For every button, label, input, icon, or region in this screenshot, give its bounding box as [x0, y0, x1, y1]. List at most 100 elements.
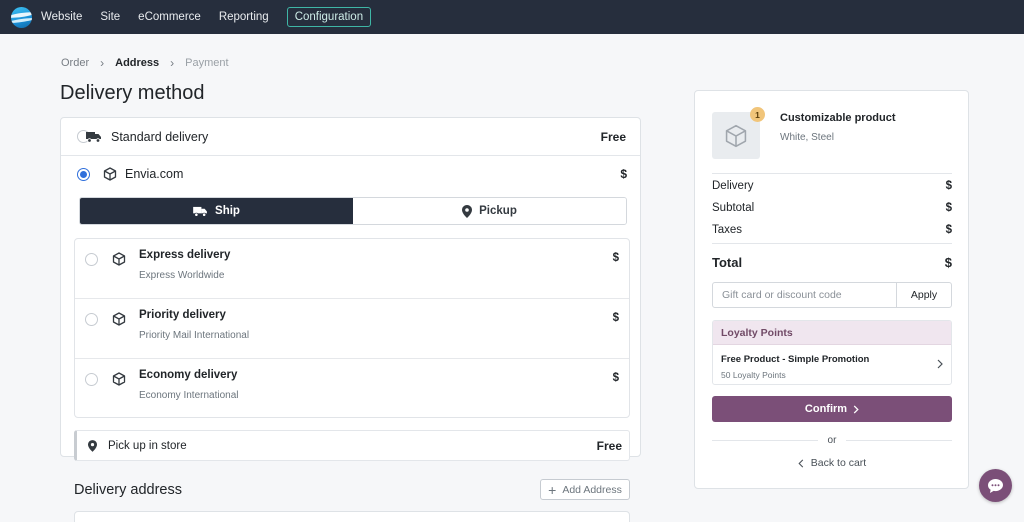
method-envia-panel: Envia.com $ Ship Pickup Express delivery…	[70, 157, 632, 457]
pickup-store-label: Pick up in store	[108, 439, 187, 452]
carrier-express[interactable]: Express delivery Express Worldwide $	[75, 239, 629, 299]
map-pin-icon	[462, 204, 473, 218]
confirm-label: Confirm	[804, 403, 848, 415]
order-summary: 1 Customizable product White, Steel Deli…	[694, 90, 969, 489]
carrier-name: Priority delivery	[139, 309, 226, 321]
or-label: or	[827, 434, 837, 446]
delivery-address-title: Delivery address	[74, 482, 182, 498]
tab-pickup[interactable]: Pickup	[353, 198, 626, 224]
method-envia-label: Envia.com	[125, 167, 184, 181]
chevron-right-icon: ›	[170, 56, 175, 70]
radio-carrier-express[interactable]	[85, 253, 98, 266]
method-standard-delivery[interactable]: Standard delivery Free	[61, 118, 640, 156]
tab-pickup-label: Pickup	[479, 205, 517, 217]
carrier-price: $	[612, 252, 619, 264]
truck-icon	[193, 206, 208, 217]
crumb-order[interactable]: Order	[61, 57, 89, 69]
confirm-button[interactable]: Confirm	[712, 396, 952, 422]
loyalty-reward-item[interactable]: Free Product - Simple Promotion 50 Loyal…	[713, 346, 951, 384]
quantity-badge: 1	[750, 107, 765, 122]
summary-row-subtotal: Subtotal $	[712, 202, 952, 214]
carrier-service: Priority Mail International	[139, 330, 250, 341]
carrier-price: $	[612, 372, 619, 384]
summary-row-delivery: Delivery $	[712, 180, 952, 192]
divider	[712, 173, 952, 174]
method-pickup-in-store[interactable]: Pick up in store Free	[74, 430, 630, 461]
chevron-right-icon	[853, 404, 859, 414]
package-icon	[725, 124, 747, 147]
package-icon	[103, 167, 117, 181]
carrier-options-list: Express delivery Express Worldwide $ Pri…	[74, 238, 630, 418]
top-navbar: Website Site eCommerce Reporting Configu…	[0, 0, 1024, 34]
tab-ship[interactable]: Ship	[80, 198, 353, 224]
or-separator: or	[712, 434, 952, 446]
loyalty-points-card: Loyalty Points Free Product - Simple Pro…	[712, 320, 952, 385]
carrier-priority[interactable]: Priority delivery Priority Mail Internat…	[75, 299, 629, 359]
method-envia[interactable]: Envia.com $	[70, 157, 632, 191]
crumb-payment: Payment	[185, 57, 229, 69]
checkout-breadcrumb: Order › Address › Payment	[61, 56, 229, 70]
carrier-service: Economy International	[139, 390, 239, 401]
summary-label: Taxes	[712, 224, 743, 236]
package-icon	[112, 252, 126, 269]
address-card[interactable]	[74, 511, 630, 522]
package-icon	[112, 312, 126, 329]
nav-site[interactable]: Site	[100, 11, 120, 23]
apply-button[interactable]: Apply	[896, 283, 951, 307]
total-label: Total	[712, 255, 743, 270]
odoo-logo-icon[interactable]	[11, 6, 32, 28]
add-address-button[interactable]: + Add Address	[540, 479, 630, 500]
carrier-name: Economy delivery	[139, 369, 238, 381]
method-standard-price: Free	[600, 129, 626, 144]
method-envia-price: $	[620, 167, 627, 181]
chevron-left-icon	[798, 459, 804, 468]
nav-configuration[interactable]: Configuration	[286, 7, 372, 27]
summary-label: Subtotal	[712, 202, 755, 214]
plus-icon: +	[548, 481, 557, 498]
promo-code-group: Apply	[712, 282, 952, 308]
carrier-price: $	[612, 312, 619, 324]
live-chat-button[interactable]	[979, 469, 1012, 502]
total-value: $	[944, 255, 952, 270]
add-address-label: Add Address	[562, 483, 622, 496]
nav-ecommerce[interactable]: eCommerce	[138, 11, 201, 23]
summary-label: Delivery	[712, 180, 754, 192]
tab-ship-label: Ship	[215, 205, 240, 217]
carrier-service: Express Worldwide	[139, 270, 225, 281]
summary-row-taxes: Taxes $	[712, 224, 952, 236]
pickup-store-price: Free	[596, 438, 622, 453]
carrier-economy[interactable]: Economy delivery Economy International $	[75, 359, 629, 419]
delivery-methods-list: Standard delivery Free Envia.com $ Ship	[60, 117, 641, 461]
product-name[interactable]: Customizable product	[780, 112, 896, 124]
summary-total: Total $	[712, 255, 952, 270]
loyalty-header: Loyalty Points	[713, 321, 951, 345]
chat-bubble-icon	[988, 478, 1003, 493]
nav-reporting[interactable]: Reporting	[219, 11, 269, 23]
summary-value: $	[945, 180, 952, 192]
method-standard-label: Standard delivery	[111, 129, 209, 144]
truck-icon	[86, 131, 102, 143]
crumb-address: Address	[115, 57, 160, 69]
back-to-cart-label: Back to cart	[810, 457, 867, 469]
divider	[846, 439, 952, 441]
radio-carrier-priority[interactable]	[85, 313, 98, 326]
map-pin-icon	[88, 439, 97, 452]
summary-value: $	[945, 202, 952, 214]
divider	[712, 243, 952, 244]
main-nav: Website Site eCommerce Reporting Configu…	[41, 7, 389, 27]
radio-envia[interactable]	[77, 167, 90, 181]
reward-name: Free Product - Simple Promotion	[721, 354, 870, 365]
reward-cost: 50 Loyalty Points	[721, 370, 786, 380]
chevron-right-icon: ›	[100, 56, 105, 70]
carrier-name: Express delivery	[139, 249, 231, 261]
page-title: Delivery method	[60, 82, 205, 104]
product-variant: White, Steel	[780, 132, 834, 143]
nav-website[interactable]: Website	[41, 11, 82, 23]
promo-code-input[interactable]	[713, 283, 896, 307]
radio-carrier-economy[interactable]	[85, 373, 98, 386]
chevron-right-icon	[937, 357, 943, 372]
ship-pickup-toggle: Ship Pickup	[79, 197, 627, 225]
divider	[712, 439, 818, 441]
back-to-cart-link[interactable]: Back to cart	[712, 457, 952, 469]
summary-value: $	[945, 224, 952, 236]
